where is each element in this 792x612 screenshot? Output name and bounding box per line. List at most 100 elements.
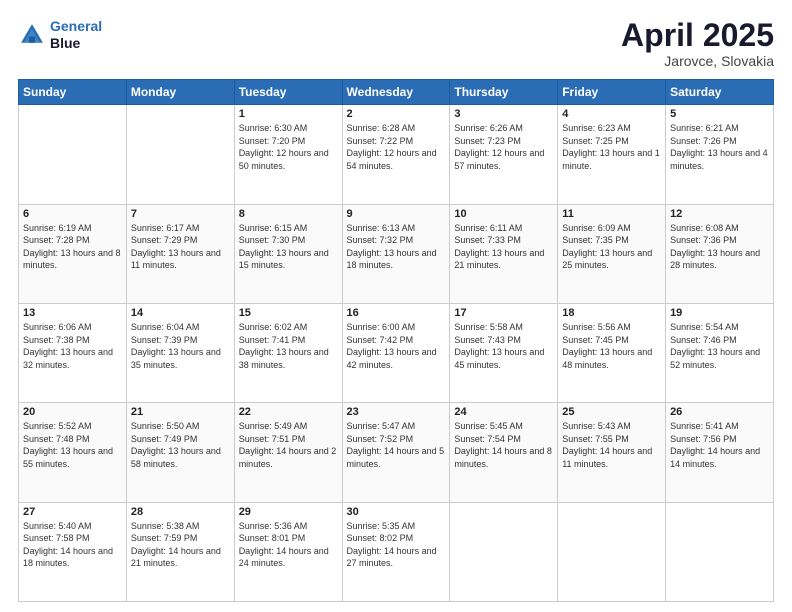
- day-number: 24: [454, 406, 553, 418]
- day-info: Sunrise: 5:56 AMSunset: 7:45 PMDaylight:…: [562, 321, 661, 371]
- day-info: Sunrise: 6:13 AMSunset: 7:32 PMDaylight:…: [347, 222, 446, 272]
- calendar-cell: 25 Sunrise: 5:43 AMSunset: 7:55 PMDayligh…: [558, 403, 666, 502]
- day-number: 12: [670, 208, 769, 220]
- calendar-table: SundayMondayTuesdayWednesdayThursdayFrid…: [18, 79, 774, 602]
- day-info: Sunrise: 5:41 AMSunset: 7:56 PMDaylight:…: [670, 420, 769, 470]
- calendar-cell: 18 Sunrise: 5:56 AMSunset: 7:45 PMDayligh…: [558, 303, 666, 402]
- calendar-week-2: 13Sunrise: 6:06 AMSunset: 7:38 PMDayligh…: [19, 303, 774, 402]
- calendar-cell: 1 Sunrise: 6:30 AMSunset: 7:20 PMDaylight…: [234, 105, 342, 204]
- day-info: Sunrise: 5:40 AMSunset: 7:58 PMDaylight:…: [23, 520, 122, 570]
- calendar-cell: [558, 502, 666, 601]
- day-info: Sunrise: 5:58 AMSunset: 7:43 PMDaylight:…: [454, 321, 553, 371]
- day-info: Sunrise: 6:30 AMSunset: 7:20 PMDaylight:…: [239, 122, 338, 172]
- calendar-cell: 2 Sunrise: 6:28 AMSunset: 7:22 PMDaylight…: [342, 105, 450, 204]
- day-number: 30: [347, 506, 446, 518]
- day-number: 2: [347, 108, 446, 120]
- logo-text: General Blue: [50, 18, 102, 52]
- day-number: 26: [670, 406, 769, 418]
- title-block: April 2025 Jarovce, Slovakia: [621, 18, 774, 69]
- day-number: 9: [347, 208, 446, 220]
- col-header-sunday: Sunday: [19, 80, 127, 105]
- calendar-cell: 13Sunrise: 6:06 AMSunset: 7:38 PMDayligh…: [19, 303, 127, 402]
- calendar-week-0: 1 Sunrise: 6:30 AMSunset: 7:20 PMDaylight…: [19, 105, 774, 204]
- day-info: Sunrise: 5:47 AMSunset: 7:52 PMDaylight:…: [347, 420, 446, 470]
- calendar-cell: [666, 502, 774, 601]
- calendar-cell: 29Sunrise: 5:36 AMSunset: 8:01 PMDayligh…: [234, 502, 342, 601]
- calendar-cell: [19, 105, 127, 204]
- day-number: 22: [239, 406, 338, 418]
- calendar-cell: 27 Sunrise: 5:40 AMSunset: 7:58 PMDayligh…: [19, 502, 127, 601]
- day-number: 18: [562, 307, 661, 319]
- calendar-cell: 9 Sunrise: 6:13 AMSunset: 7:32 PMDaylight…: [342, 204, 450, 303]
- day-info: Sunrise: 6:26 AMSunset: 7:23 PMDaylight:…: [454, 122, 553, 172]
- day-number: 19: [670, 307, 769, 319]
- calendar-cell: 16 Sunrise: 6:00 AMSunset: 7:42 PMDayligh…: [342, 303, 450, 402]
- day-info: Sunrise: 6:15 AMSunset: 7:30 PMDaylight:…: [239, 222, 338, 272]
- calendar-cell: 28Sunrise: 5:38 AMSunset: 7:59 PMDayligh…: [126, 502, 234, 601]
- day-number: 25: [562, 406, 661, 418]
- day-info: Sunrise: 5:43 AMSunset: 7:55 PMDaylight:…: [562, 420, 661, 470]
- day-number: 1: [239, 108, 338, 120]
- day-info: Sunrise: 5:52 AMSunset: 7:48 PMDaylight:…: [23, 420, 122, 470]
- logo-line2: Blue: [50, 35, 102, 52]
- day-info: Sunrise: 6:23 AMSunset: 7:25 PMDaylight:…: [562, 122, 661, 172]
- day-number: 20: [23, 406, 122, 418]
- day-info: Sunrise: 6:28 AMSunset: 7:22 PMDaylight:…: [347, 122, 446, 172]
- day-number: 14: [131, 307, 230, 319]
- day-number: 27: [23, 506, 122, 518]
- day-number: 7: [131, 208, 230, 220]
- day-number: 23: [347, 406, 446, 418]
- location: Jarovce, Slovakia: [621, 53, 774, 69]
- day-number: 3: [454, 108, 553, 120]
- day-info: Sunrise: 6:21 AMSunset: 7:26 PMDaylight:…: [670, 122, 769, 172]
- calendar-header-row: SundayMondayTuesdayWednesdayThursdayFrid…: [19, 80, 774, 105]
- calendar-week-3: 20 Sunrise: 5:52 AMSunset: 7:48 PMDayligh…: [19, 403, 774, 502]
- calendar-cell: 26 Sunrise: 5:41 AMSunset: 7:56 PMDayligh…: [666, 403, 774, 502]
- calendar-week-4: 27 Sunrise: 5:40 AMSunset: 7:58 PMDayligh…: [19, 502, 774, 601]
- day-number: 21: [131, 406, 230, 418]
- day-info: Sunrise: 5:35 AMSunset: 8:02 PMDaylight:…: [347, 520, 446, 570]
- calendar-cell: 15 Sunrise: 6:02 AMSunset: 7:41 PMDayligh…: [234, 303, 342, 402]
- col-header-monday: Monday: [126, 80, 234, 105]
- day-info: Sunrise: 5:54 AMSunset: 7:46 PMDaylight:…: [670, 321, 769, 371]
- logo: General Blue: [18, 18, 102, 52]
- calendar-cell: [126, 105, 234, 204]
- calendar-cell: 14 Sunrise: 6:04 AMSunset: 7:39 PMDayligh…: [126, 303, 234, 402]
- day-info: Sunrise: 6:17 AMSunset: 7:29 PMDaylight:…: [131, 222, 230, 272]
- calendar-cell: 10 Sunrise: 6:11 AMSunset: 7:33 PMDayligh…: [450, 204, 558, 303]
- calendar-week-1: 6Sunrise: 6:19 AMSunset: 7:28 PMDaylight…: [19, 204, 774, 303]
- day-info: Sunrise: 5:50 AMSunset: 7:49 PMDaylight:…: [131, 420, 230, 470]
- day-info: Sunrise: 6:09 AMSunset: 7:35 PMDaylight:…: [562, 222, 661, 272]
- day-info: Sunrise: 6:11 AMSunset: 7:33 PMDaylight:…: [454, 222, 553, 272]
- logo-icon: [18, 21, 46, 49]
- calendar-cell: 5 Sunrise: 6:21 AMSunset: 7:26 PMDaylight…: [666, 105, 774, 204]
- day-info: Sunrise: 6:08 AMSunset: 7:36 PMDaylight:…: [670, 222, 769, 272]
- day-info: Sunrise: 6:04 AMSunset: 7:39 PMDaylight:…: [131, 321, 230, 371]
- day-number: 16: [347, 307, 446, 319]
- calendar-cell: 6Sunrise: 6:19 AMSunset: 7:28 PMDaylight…: [19, 204, 127, 303]
- calendar-cell: 17 Sunrise: 5:58 AMSunset: 7:43 PMDayligh…: [450, 303, 558, 402]
- day-number: 11: [562, 208, 661, 220]
- col-header-friday: Friday: [558, 80, 666, 105]
- calendar-cell: 21 Sunrise: 5:50 AMSunset: 7:49 PMDayligh…: [126, 403, 234, 502]
- calendar-cell: 7 Sunrise: 6:17 AMSunset: 7:29 PMDaylight…: [126, 204, 234, 303]
- calendar-cell: 20 Sunrise: 5:52 AMSunset: 7:48 PMDayligh…: [19, 403, 127, 502]
- day-number: 6: [23, 208, 122, 220]
- day-info: Sunrise: 6:06 AMSunset: 7:38 PMDaylight:…: [23, 321, 122, 371]
- day-number: 28: [131, 506, 230, 518]
- col-header-saturday: Saturday: [666, 80, 774, 105]
- col-header-thursday: Thursday: [450, 80, 558, 105]
- day-number: 15: [239, 307, 338, 319]
- day-info: Sunrise: 5:36 AMSunset: 8:01 PMDaylight:…: [239, 520, 338, 570]
- calendar-cell: 4 Sunrise: 6:23 AMSunset: 7:25 PMDaylight…: [558, 105, 666, 204]
- calendar-cell: 23 Sunrise: 5:47 AMSunset: 7:52 PMDayligh…: [342, 403, 450, 502]
- day-info: Sunrise: 6:00 AMSunset: 7:42 PMDaylight:…: [347, 321, 446, 371]
- day-number: 17: [454, 307, 553, 319]
- calendar-cell: 22Sunrise: 5:49 AMSunset: 7:51 PMDayligh…: [234, 403, 342, 502]
- day-number: 10: [454, 208, 553, 220]
- month-title: April 2025: [621, 18, 774, 53]
- day-number: 4: [562, 108, 661, 120]
- day-number: 8: [239, 208, 338, 220]
- day-info: Sunrise: 6:02 AMSunset: 7:41 PMDaylight:…: [239, 321, 338, 371]
- day-number: 5: [670, 108, 769, 120]
